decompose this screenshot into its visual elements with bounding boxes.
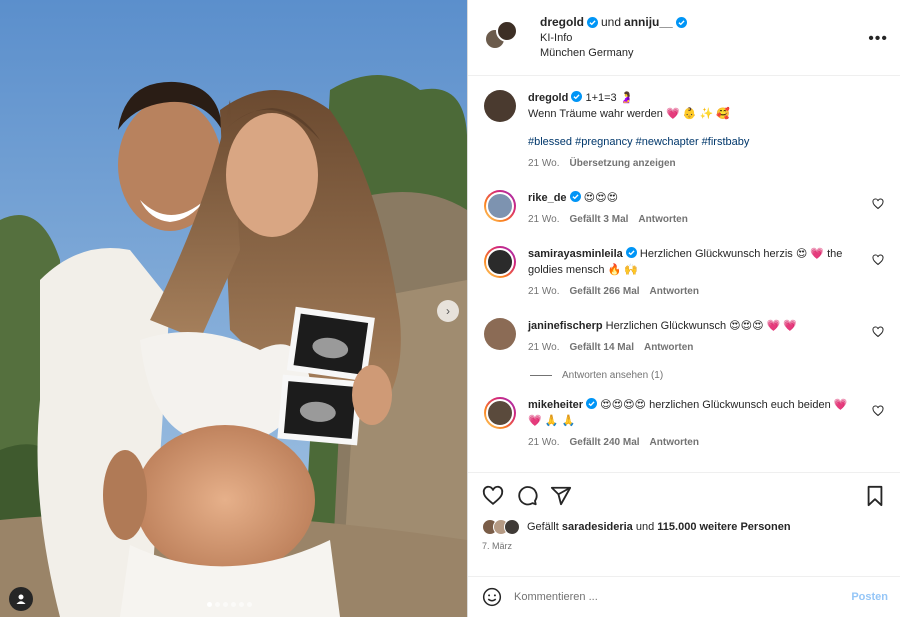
collab-avatars[interactable]: [484, 20, 520, 60]
view-replies-button[interactable]: Antworten ansehen (1): [530, 370, 884, 381]
avatar: [496, 20, 518, 42]
tagged-users-button[interactable]: [9, 587, 33, 611]
comment-time[interactable]: 21 Wo.: [528, 340, 560, 356]
post-date[interactable]: 7. März: [482, 541, 886, 551]
comment-time[interactable]: 21 Wo.: [528, 212, 560, 228]
post-location[interactable]: München Germany: [540, 47, 687, 59]
likes-middle: und: [635, 521, 655, 533]
comment-likes[interactable]: Gefällt 3 Mal: [570, 212, 629, 228]
reply-button[interactable]: Antworten: [644, 340, 693, 356]
user-icon: [16, 594, 26, 604]
caption-hashtags[interactable]: #blessed #pregnancy #newchapter #firstba…: [528, 136, 749, 148]
comment-time[interactable]: 21 Wo.: [528, 284, 560, 300]
more-options-icon[interactable]: •••: [868, 30, 888, 48]
avatar[interactable]: [484, 190, 516, 222]
and-label: und: [601, 15, 622, 29]
likes-user[interactable]: saradesideria: [562, 521, 633, 533]
translate-button[interactable]: Übersetzung anzeigen: [570, 156, 676, 172]
verified-badge-icon: [625, 247, 637, 258]
post-comment-button[interactable]: Posten: [851, 591, 888, 603]
comment-form: Posten: [468, 576, 900, 617]
comment: samirayasminleila Herzlichen Glückwunsch…: [484, 246, 884, 300]
carousel-dot: [239, 602, 244, 607]
carousel-dot: [231, 602, 236, 607]
view-replies-label: Antworten ansehen (1): [562, 370, 664, 381]
avatar[interactable]: [484, 246, 516, 278]
emoji-icon[interactable]: [482, 587, 502, 607]
comment-text: Herzlichen Glückwunsch 😍😍😍 💗 💗: [605, 320, 798, 332]
caption-line2: Wenn Träume wahr werden 💗 👶 ✨ 🥰: [528, 108, 730, 120]
post-actions: Gefällt saradesideria und 115.000 weiter…: [468, 472, 900, 576]
liker-avatars: [482, 519, 520, 535]
reply-button[interactable]: Antworten: [650, 435, 699, 451]
verified-badge-icon: [675, 16, 687, 28]
likes-summary[interactable]: Gefällt saradesideria und 115.000 weiter…: [482, 519, 886, 535]
avatar[interactable]: [484, 397, 516, 429]
comment-username[interactable]: samirayasminleila: [528, 248, 623, 260]
bookmark-icon[interactable]: [864, 485, 886, 507]
chevron-right-icon: ›: [446, 304, 450, 318]
comment-username[interactable]: rike_de: [528, 192, 567, 204]
comment-icon[interactable]: [516, 485, 538, 507]
post-sidebar: dregold und anniju__ KI-Info München Ger…: [467, 0, 900, 617]
share-icon[interactable]: [550, 485, 572, 507]
divider: [530, 375, 552, 376]
comment-time[interactable]: 21 Wo.: [528, 435, 560, 451]
caption: dregold 1+1=3 🤰 Wenn Träume wahr werden …: [484, 90, 884, 172]
carousel-dot: [247, 602, 252, 607]
comment-username[interactable]: mikeheiter: [528, 399, 583, 411]
like-comment-icon[interactable]: [872, 198, 884, 210]
verified-badge-icon: [587, 16, 598, 28]
like-comment-icon[interactable]: [872, 254, 884, 266]
avatar[interactable]: [484, 90, 516, 122]
carousel-dot: [223, 602, 228, 607]
comment-likes[interactable]: Gefällt 266 Mal: [570, 284, 640, 300]
verified-badge-icon: [571, 91, 583, 102]
comment-input[interactable]: [514, 591, 852, 603]
reply-button[interactable]: Antworten: [650, 284, 699, 300]
verified-badge-icon: [569, 191, 581, 202]
ai-info-link[interactable]: KI-Info: [540, 32, 687, 44]
caption-username[interactable]: dregold: [528, 92, 568, 104]
caption-line1: 1+1=3 🤰: [585, 92, 634, 104]
likes-prefix: Gefällt: [527, 521, 559, 533]
comment: janinefischerp Herzlichen Glückwunsch 😍😍…: [484, 318, 884, 356]
post-photo: [0, 0, 467, 617]
comment: rike_de 😍😍😍 21 Wo. Gefällt 3 Mal Antwort…: [484, 190, 884, 228]
next-slide-button[interactable]: ›: [437, 300, 459, 322]
comment-likes[interactable]: Gefällt 14 Mal: [570, 340, 634, 356]
coauthor-username[interactable]: anniju__: [624, 15, 673, 29]
comments-list[interactable]: dregold 1+1=3 🤰 Wenn Träume wahr werden …: [468, 76, 900, 472]
carousel-dot: [207, 602, 212, 607]
author-username[interactable]: dregold: [540, 15, 584, 29]
carousel-dot: [215, 602, 220, 607]
carousel-indicator: [207, 602, 252, 607]
comment: mikeheiter 😍😍😍😍 herzlichen Glückwunsch e…: [484, 397, 884, 451]
post-header: dregold und anniju__ KI-Info München Ger…: [468, 0, 900, 76]
reply-button[interactable]: Antworten: [638, 212, 687, 228]
heart-icon[interactable]: [482, 485, 504, 507]
comment-username[interactable]: janinefischerp: [528, 320, 603, 332]
avatar: [504, 519, 520, 535]
like-comment-icon[interactable]: [872, 326, 884, 338]
comment-likes[interactable]: Gefällt 240 Mal: [570, 435, 640, 451]
caption-time[interactable]: 21 Wo.: [528, 156, 560, 172]
comment-text: 😍😍😍: [583, 192, 619, 204]
like-comment-icon[interactable]: [872, 405, 884, 417]
likes-count[interactable]: 115.000 weitere Personen: [657, 521, 790, 533]
avatar[interactable]: [484, 318, 516, 350]
post-media[interactable]: ›: [0, 0, 467, 617]
verified-badge-icon: [586, 398, 598, 409]
